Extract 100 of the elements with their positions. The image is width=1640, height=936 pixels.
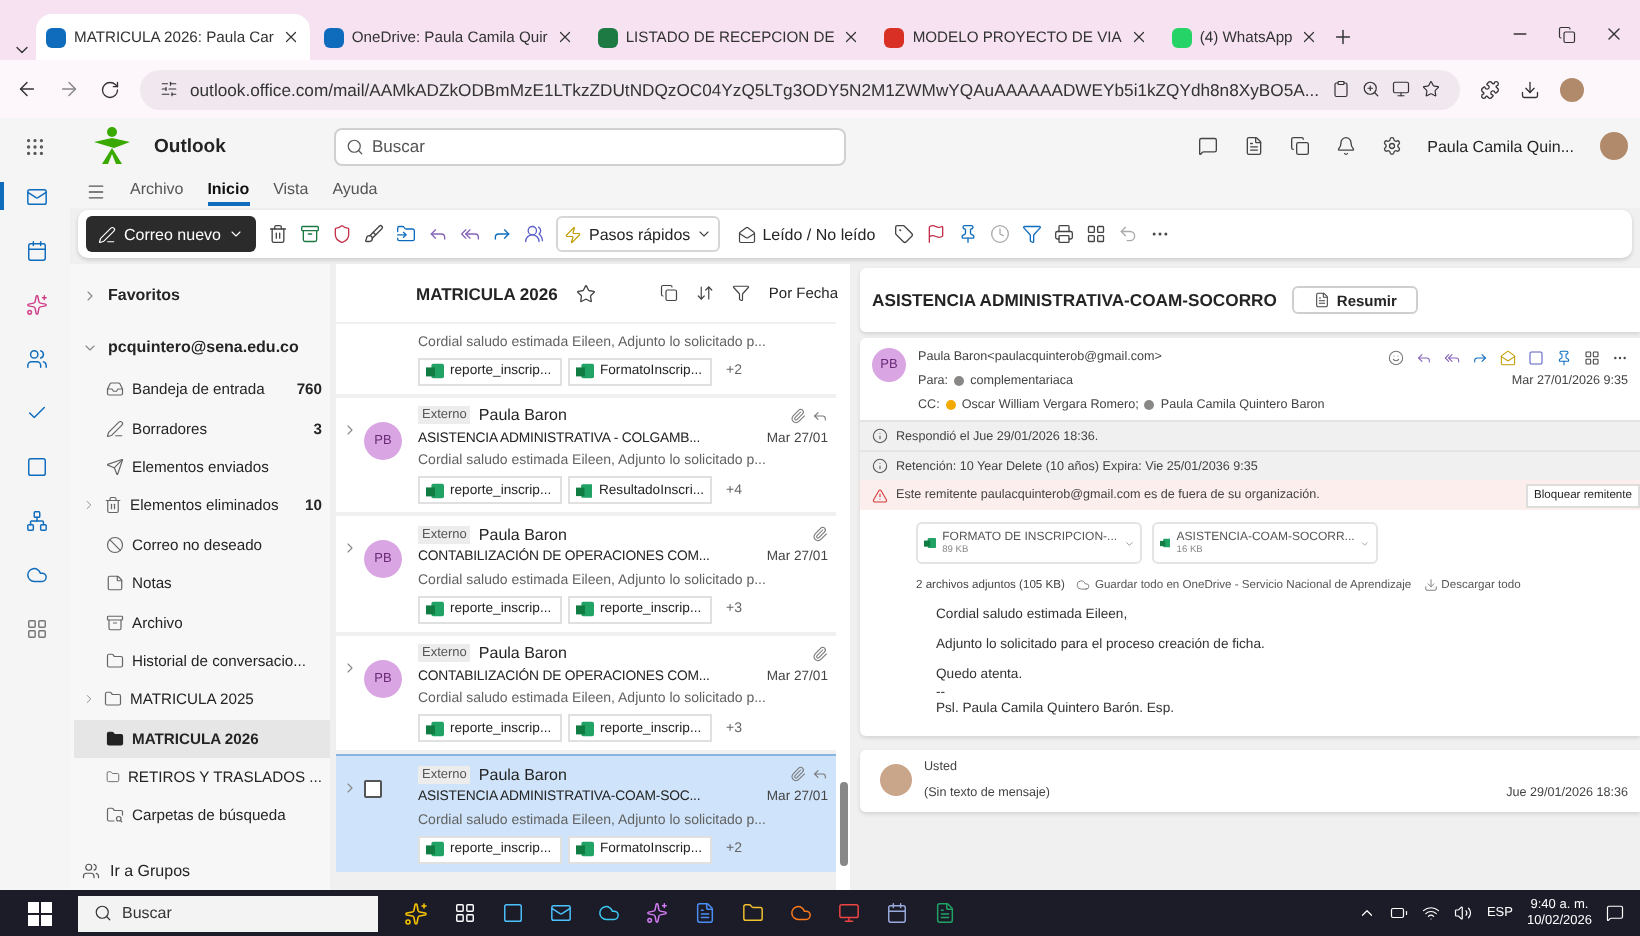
word-app-icon[interactable]: [694, 902, 716, 924]
restore-icon[interactable]: [1558, 25, 1576, 43]
teams-icon[interactable]: [524, 224, 545, 244]
ribbon-tab[interactable]: Vista: [273, 176, 309, 206]
chevron-icon[interactable]: [342, 780, 358, 796]
close-icon[interactable]: [555, 28, 574, 46]
close-icon[interactable]: [842, 28, 861, 46]
search-field[interactable]: Buscar: [334, 127, 846, 165]
filter-icon[interactable]: [732, 284, 751, 302]
volume-icon[interactable]: [1454, 904, 1473, 922]
address-bar[interactable]: outlook.office.com/mail/AAMkADZkODBmMzE1LTkzZDUtNDQzOC04YzQ5LTg3ODY5N2M1ZWMwYQAuAAAAAADWEYb5i1kZQYdh8n8XyBO5A...: [140, 69, 1459, 109]
grid-icon[interactable]: [1085, 224, 1106, 244]
print-icon[interactable]: [1053, 224, 1074, 244]
notification-icon[interactable]: [1606, 904, 1624, 922]
search-icon[interactable]: [94, 904, 112, 922]
delete-icon[interactable]: [268, 224, 289, 244]
profile-avatar[interactable]: [1559, 77, 1583, 101]
extensions-icon[interactable]: [1479, 79, 1499, 99]
notification-icon[interactable]: [1335, 136, 1356, 156]
settings-icon[interactable]: [1381, 136, 1402, 156]
search-icon[interactable]: [346, 137, 364, 155]
battery-icon[interactable]: [1390, 904, 1409, 922]
document-icon[interactable]: [1243, 136, 1264, 156]
ribbon-tab[interactable]: Archivo: [130, 176, 184, 206]
pin-icon[interactable]: [1556, 349, 1572, 365]
summary-icon[interactable]: [1314, 292, 1331, 308]
close-icon[interactable]: [281, 28, 300, 46]
tag-icon[interactable]: [893, 224, 914, 244]
close-icon[interactable]: [1604, 24, 1624, 44]
groups-link[interactable]: Ir a Grupos: [74, 851, 330, 890]
sparkle-icon[interactable]: [404, 901, 428, 925]
todo-icon[interactable]: [26, 401, 48, 423]
app-icon[interactable]: [26, 455, 48, 477]
zoom-icon[interactable]: [1361, 80, 1379, 98]
clipboard-icon[interactable]: [1331, 80, 1349, 98]
reload-icon[interactable]: [100, 79, 120, 99]
bookmark-star-icon[interactable]: [1421, 80, 1439, 98]
mail-icon[interactable]: [26, 185, 48, 207]
cloud-icon[interactable]: [26, 563, 48, 585]
reply-all-icon[interactable]: [460, 224, 481, 244]
close-icon[interactable]: [1129, 28, 1148, 46]
pin-icon[interactable]: [957, 224, 978, 244]
org-icon[interactable]: [26, 509, 48, 531]
envelope-icon[interactable]: [738, 225, 757, 243]
ribbon-tab[interactable]: Inicio: [207, 176, 250, 206]
menu-icon[interactable]: [86, 181, 106, 201]
people-icon[interactable]: [26, 347, 48, 369]
wifi-icon[interactable]: [1422, 904, 1441, 922]
back-icon[interactable]: [16, 78, 38, 100]
caret-icon[interactable]: [228, 226, 245, 242]
app-launcher-icon[interactable]: [24, 135, 46, 157]
copilot-app-icon[interactable]: [646, 902, 668, 924]
new-mail-button[interactable]: Correo nuevo: [86, 216, 257, 252]
move-icon[interactable]: [396, 224, 417, 244]
select-checkbox[interactable]: [364, 780, 382, 798]
download-icon[interactable]: [1519, 79, 1539, 99]
chat-icon[interactable]: [1197, 136, 1218, 156]
sweep-icon[interactable]: [364, 224, 385, 244]
site-settings-icon[interactable]: [160, 80, 178, 98]
report-icon[interactable]: [332, 224, 353, 244]
forward-icon[interactable]: [492, 224, 513, 244]
grid-icon[interactable]: [1584, 349, 1600, 365]
reply-icon[interactable]: [428, 224, 449, 244]
user-avatar[interactable]: [1600, 132, 1628, 160]
new-tab-icon[interactable]: [1332, 26, 1355, 48]
emoji-icon[interactable]: [1388, 349, 1404, 365]
tray-icon[interactable]: [1358, 904, 1377, 922]
cloud-icon[interactable]: [1076, 578, 1091, 592]
flag-icon[interactable]: [925, 224, 946, 244]
quick-steps-button[interactable]: Pasos rápidos: [556, 216, 721, 252]
user-name[interactable]: Paula Camila Quin...: [1427, 137, 1574, 155]
caret-icon[interactable]: [696, 226, 713, 242]
compose-icon[interactable]: [98, 225, 116, 243]
reply-all-icon[interactable]: [1444, 349, 1460, 365]
lightning-icon[interactable]: [564, 225, 583, 243]
apps-icon[interactable]: [26, 617, 48, 639]
taskbar-search[interactable]: Buscar: [78, 895, 378, 931]
mail-app-icon[interactable]: [550, 902, 572, 924]
favorites-section[interactable]: Favoritos: [74, 276, 330, 314]
archive-icon[interactable]: [300, 224, 321, 244]
close-icon[interactable]: [1300, 28, 1319, 46]
windows-start-icon[interactable]: [28, 901, 52, 925]
forward-icon[interactable]: [1472, 349, 1488, 365]
read-unread-button[interactable]: Leído / No leído: [732, 216, 882, 252]
rules-icon[interactable]: [1021, 224, 1042, 244]
groups-icon[interactable]: [82, 861, 100, 880]
select-icon[interactable]: [660, 284, 679, 302]
file-explorer-icon[interactable]: [742, 902, 764, 924]
excel-app-icon[interactable]: [934, 902, 956, 924]
reply-icon[interactable]: [1416, 349, 1432, 365]
task-view-icon[interactable]: [454, 902, 476, 924]
forward-icon[interactable]: [58, 78, 80, 100]
chevron-icon[interactable]: [342, 659, 358, 675]
jump-icon[interactable]: [696, 284, 715, 302]
ribbon-tab[interactable]: Ayuda: [332, 176, 378, 206]
copilot-icon[interactable]: [26, 293, 48, 315]
account-section[interactable]: pcquintero@sena.edu.co: [74, 328, 330, 366]
chevron-icon[interactable]: [342, 421, 358, 437]
chevron-icon[interactable]: [342, 540, 358, 556]
favorite-star-icon[interactable]: [575, 283, 596, 303]
